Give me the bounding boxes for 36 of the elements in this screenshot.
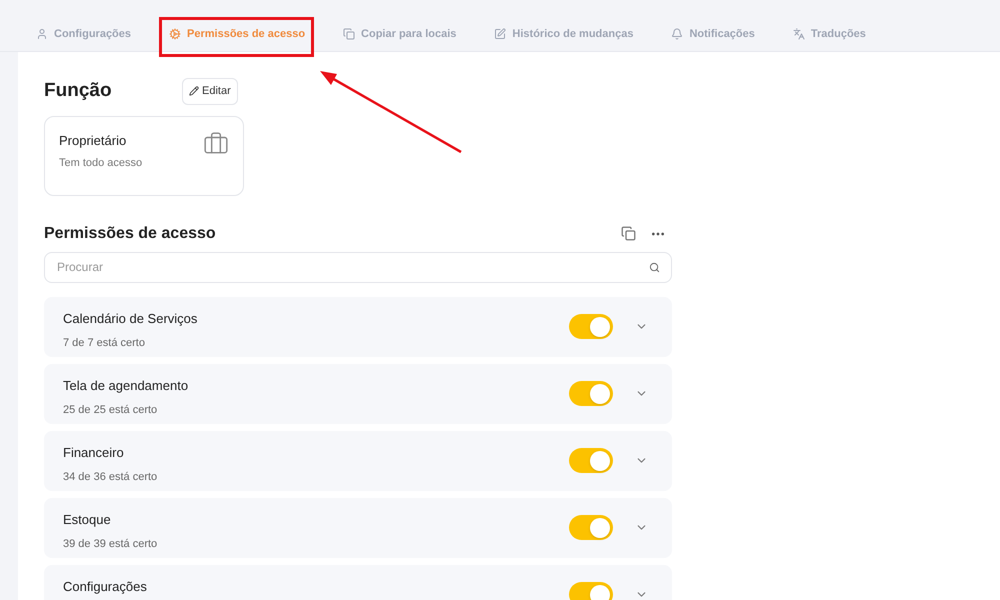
section-heading: Permissões de acesso — [44, 224, 216, 244]
role-card[interactable]: Proprietário Tem todo acesso — [44, 116, 244, 196]
permission-title: Tela de agendamento — [63, 376, 190, 395]
permission-row[interactable]: Calendário de Serviços 7 de 7 está certo — [44, 296, 672, 356]
briefcase-icon — [203, 130, 229, 156]
toggle-switch[interactable] — [569, 448, 613, 473]
section-heading: Função — [44, 79, 113, 103]
toggle-switch[interactable] — [569, 515, 613, 540]
edit-button[interactable]: Editar — [182, 78, 238, 104]
permission-title: Calendário de Serviços — [63, 310, 198, 328]
bell-icon — [671, 28, 684, 40]
permission-title: Estoque — [63, 510, 112, 529]
permission-summary: 25 de 25 está certo — [63, 403, 158, 418]
permission-title: Financeiro — [63, 444, 125, 462]
permission-summary: 34 de 36 está certo — [63, 470, 158, 485]
translate-icon — [792, 28, 805, 40]
toggle-switch[interactable] — [569, 582, 613, 600]
permission-row[interactable]: Financeiro 34 de 36 está certo — [44, 430, 672, 490]
permission-summary: 39 de 39 está certo — [63, 537, 158, 552]
role-title: Proprietário — [59, 132, 128, 150]
copy-icon — [343, 28, 356, 40]
user-icon — [36, 28, 48, 40]
edit-icon — [494, 28, 506, 40]
permission-row[interactable]: Tela de agendamento 25 de 25 está certo — [44, 364, 672, 424]
toggle-switch[interactable] — [569, 314, 613, 339]
role-subtitle: Tem todo acesso — [59, 156, 142, 171]
permission-summary: 7 de 7 está certo — [63, 336, 146, 351]
copy-icon[interactable] — [621, 226, 636, 241]
permission-title: Configurações — [63, 578, 148, 596]
search-icon — [649, 262, 660, 272]
toggle-switch[interactable] — [569, 381, 613, 406]
search-field[interactable]: Procurar — [44, 252, 672, 282]
gears-icon — [169, 28, 182, 40]
permission-row[interactable]: Configurações — [44, 564, 672, 600]
permission-row[interactable]: Estoque 39 de 39 está certo — [44, 498, 672, 558]
pencil-icon — [189, 86, 199, 96]
